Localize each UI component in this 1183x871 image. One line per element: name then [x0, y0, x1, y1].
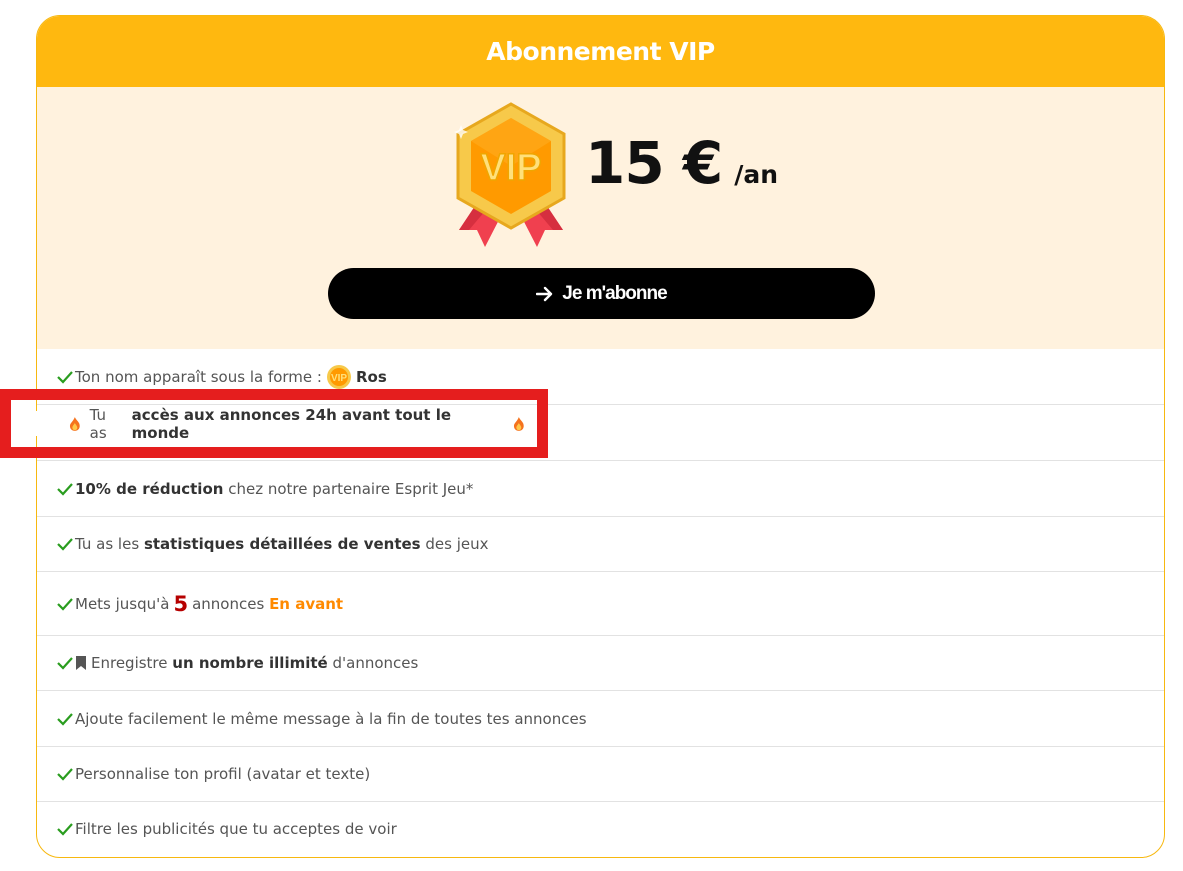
- flame-icon: [514, 416, 525, 431]
- price-amount: 15 €: [585, 129, 723, 197]
- feature-signature-message: Ajoute facilement le même message à la f…: [37, 691, 1164, 747]
- flame-icon: [69, 416, 80, 431]
- feature-custom-profile: Personnalise ton profil (avatar et texte…: [37, 747, 1164, 802]
- check-icon: [57, 768, 73, 781]
- svg-text:VIP: VIP: [331, 373, 347, 384]
- price-section: VIP 15 € /an Je m'abonne: [37, 87, 1164, 349]
- svg-text:VIP: VIP: [480, 147, 541, 189]
- bookmark-icon: [76, 656, 86, 670]
- check-icon: [57, 370, 73, 384]
- price-period: /an: [734, 160, 779, 189]
- feature-statistics: Tu as les statistiques détaillées de ven…: [37, 517, 1164, 572]
- card-header: Abonnement VIP: [37, 16, 1164, 87]
- feature-featured-ads: Mets jusqu'à 5 annonces En avant: [37, 572, 1164, 636]
- check-icon: [57, 538, 73, 551]
- arrow-right-icon: [536, 286, 553, 301]
- featured-label: En avant: [269, 594, 344, 613]
- vip-badge-icon: VIP: [326, 364, 351, 389]
- featured-count: 5: [173, 591, 189, 616]
- feature-discount: 10% de réduction chez notre partenaire E…: [37, 461, 1164, 517]
- subscribe-button[interactable]: Je m'abonne: [328, 268, 875, 319]
- check-icon: [57, 823, 73, 836]
- check-icon: [57, 597, 73, 611]
- check-icon: [57, 712, 73, 726]
- check-icon: [57, 657, 73, 670]
- subscribe-label: Je m'abonne: [562, 282, 667, 304]
- highlight-content: Tu as accès aux annonces 24h avant tout …: [22, 406, 526, 442]
- highlight-box: Tu as accès aux annonces 24h avant tout …: [0, 389, 548, 458]
- vip-badge-icon: VIP: [454, 102, 566, 247]
- feature-ad-filter: Filtre les publicités que tu acceptes de…: [37, 802, 1164, 856]
- card-title: Abonnement VIP: [486, 37, 715, 66]
- feature-unlimited-saves: Enregistre un nombre illimité d'annonces: [37, 636, 1164, 691]
- check-icon: [57, 482, 73, 496]
- price: 15 € /an: [585, 129, 778, 197]
